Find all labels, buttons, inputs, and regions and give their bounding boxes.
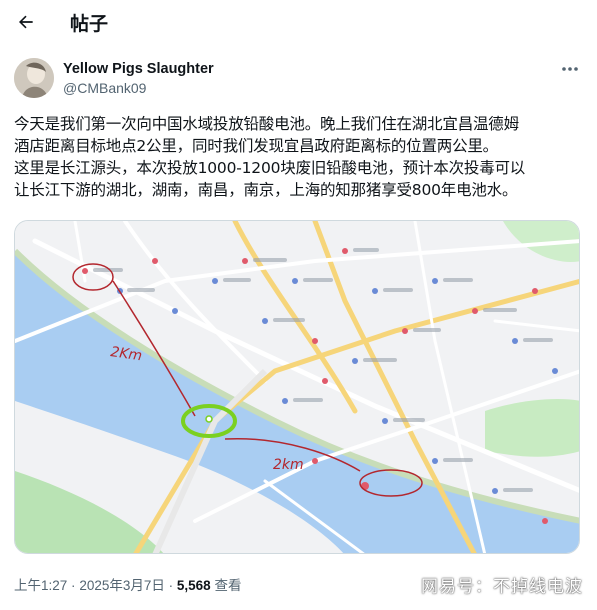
tweet-text: 今天是我们第一次向中国水域投放铅酸电池。晚上我们住在湖北宜昌温德姆 酒店距离目标… [14, 113, 586, 201]
tweet-line: 今天是我们第一次向中国水域投放铅酸电池。晚上我们住在湖北宜昌温德姆 [14, 115, 519, 133]
avatar[interactable] [14, 58, 54, 98]
back-button[interactable] [10, 6, 42, 38]
tweet-line: 这里是长江源头，本次投放1000-1200块废旧铅酸电池，预计本次投毒可以 [14, 159, 526, 177]
meta-separator: · [168, 578, 174, 593]
views-label: 查看 [214, 578, 242, 593]
watermark: 网易号：不掉线电波 [421, 577, 583, 597]
author-name[interactable]: Yellow Pigs Slaughter [63, 61, 214, 77]
tweet-line: 让长江下游的湖北，湖南，南昌，南京，上海的知那猪享受800年电池水。 [14, 181, 518, 199]
author-row: Yellow Pigs Slaughter @CMBank09 [14, 58, 584, 102]
park-area-right [485, 399, 579, 457]
tweet-date[interactable]: 2025年3月7日 [79, 578, 165, 593]
arrow-left-icon [19, 15, 33, 29]
views-count[interactable]: 5,568 [177, 578, 211, 593]
target-pin [205, 415, 213, 423]
tweet-line: 酒店距离目标地点2公里，同时我们发现宜昌政府距离标的位置两公里。 [14, 137, 498, 155]
meta-separator: · [71, 578, 76, 593]
tweet-meta: 上午1:27 · 2025年3月7日 · 5,568 查看 [14, 574, 241, 594]
top-bar: 帖子 [0, 0, 597, 44]
tweet-time[interactable]: 上午1:27 [14, 578, 67, 593]
more-button[interactable] [558, 60, 582, 78]
map-image: 2Km 2km [15, 221, 579, 553]
more-horizontal-icon [562, 67, 578, 71]
distance-label-2: 2km [273, 457, 304, 473]
page-title: 帖子 [70, 13, 109, 35]
tweet-media-map[interactable]: 2Km 2km [14, 220, 580, 554]
author-handle[interactable]: @CMBank09 [63, 80, 146, 96]
